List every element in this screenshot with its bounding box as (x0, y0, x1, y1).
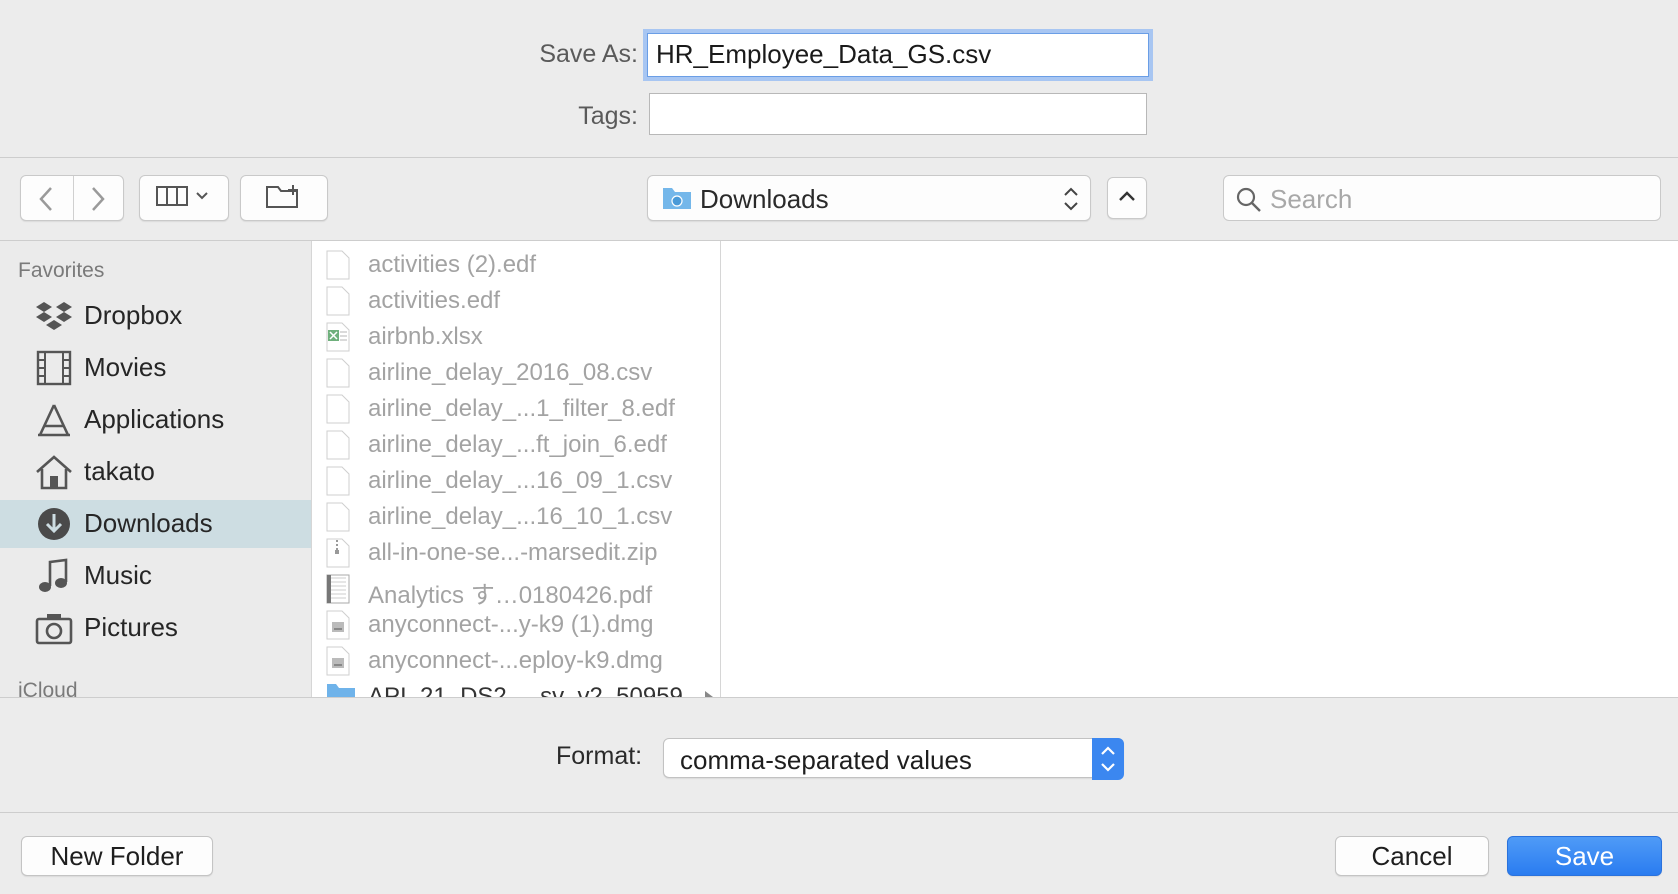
file-row[interactable]: Analytics す…0180426.pdf (312, 570, 720, 609)
save-as-label: Save As: (539, 40, 638, 68)
file-name: anyconnect-...y-k9 (1).dmg (368, 611, 654, 638)
tags-label: Tags: (578, 102, 638, 130)
search-icon (1236, 187, 1262, 218)
search-field[interactable]: Search (1223, 175, 1661, 221)
sidebar-item-label: Dropbox (84, 300, 183, 330)
dropbox-icon (34, 298, 74, 334)
folder-icon (326, 682, 355, 697)
sidebar-item-label: Applications (84, 404, 225, 434)
disk-image-icon (326, 646, 350, 676)
collapse-toggle-button[interactable] (1107, 177, 1147, 219)
applications-icon (34, 402, 74, 438)
excel-file-icon (326, 322, 350, 352)
sidebar-item-label: Downloads (84, 508, 213, 538)
sidebar-item-takato[interactable]: takato (0, 448, 311, 496)
sidebar-item-label: takato (84, 456, 155, 486)
film-icon (34, 350, 74, 386)
file-name: airline_delay_2016_08.csv (368, 359, 653, 386)
document-icon (326, 394, 350, 424)
home-icon (34, 454, 74, 490)
file-row[interactable]: API_21_DS2_...sv_v2_50959 (312, 678, 720, 697)
file-name: airline_delay_...16_10_1.csv (368, 503, 673, 530)
format-value: comma-separated values (680, 745, 972, 775)
file-name: airbnb.xlsx (368, 323, 483, 350)
pdf-file-icon (326, 574, 350, 604)
format-stepper-icon (1092, 738, 1124, 780)
document-icon (326, 430, 350, 460)
format-label: Format: (556, 742, 643, 770)
file-list-column[interactable]: activities (2).edf activities.edf airbnb… (311, 241, 721, 697)
file-row[interactable]: airbnb.xlsx (312, 318, 720, 354)
format-popup[interactable]: comma-separated values (663, 738, 1124, 780)
file-row[interactable]: airline_delay_...16_10_1.csv (312, 498, 720, 534)
header-divider (0, 157, 1678, 158)
file-name: activities.edf (368, 287, 501, 314)
icloud-header: iCloud (18, 679, 78, 697)
forward-icon[interactable] (85, 184, 109, 219)
download-icon (34, 506, 74, 542)
document-icon (326, 250, 350, 280)
zip-file-icon (326, 538, 350, 568)
file-name: anyconnect-...eploy-k9.dmg (368, 647, 663, 674)
sidebar: Favorites Dropbox Movies Applications ta… (0, 241, 311, 697)
file-name: airline_delay_...ft_join_6.edf (368, 431, 667, 458)
save-as-field[interactable]: HR_Employee_Data_GS.csv (647, 33, 1149, 77)
document-icon (326, 286, 350, 316)
file-name: activities (2).edf (368, 251, 537, 278)
view-options-button[interactable] (139, 175, 229, 221)
camera-icon (34, 610, 74, 646)
footer-divider (0, 812, 1678, 813)
back-forward-control[interactable] (20, 175, 124, 221)
sidebar-item-label: Movies (84, 352, 167, 382)
file-name: API_21_DS2_...sv_v2_50959 (368, 683, 683, 697)
file-row[interactable]: anyconnect-...eploy-k9.dmg (312, 642, 720, 678)
file-row[interactable]: airline_delay_2016_08.csv (312, 354, 720, 390)
file-name: airline_delay_...16_09_1.csv (368, 467, 673, 494)
file-row[interactable]: airline_delay_...16_09_1.csv (312, 462, 720, 498)
sidebar-item-music[interactable]: Music (0, 552, 311, 600)
document-icon (326, 466, 350, 496)
location-label: Downloads (700, 184, 829, 214)
document-icon (326, 502, 350, 532)
sidebar-item-movies[interactable]: Movies (0, 344, 311, 392)
cancel-button[interactable]: Cancel (1335, 836, 1489, 876)
downloads-folder-icon (662, 186, 692, 215)
new-folder-button[interactable]: New Folder (21, 836, 213, 876)
save-button[interactable]: Save (1507, 836, 1662, 876)
location-popup[interactable]: Downloads (647, 175, 1091, 221)
file-row[interactable]: activities (2).edf (312, 246, 720, 282)
sidebar-item-pictures[interactable]: Pictures (0, 604, 311, 652)
file-row[interactable]: all-in-one-se...-marsedit.zip (312, 534, 720, 570)
music-note-icon (34, 558, 74, 594)
disk-image-icon (326, 610, 350, 640)
new-folder-toolbar-button[interactable] (240, 175, 328, 221)
file-row[interactable]: airline_delay_...1_filter_8.edf (312, 390, 720, 426)
sidebar-item-dropbox[interactable]: Dropbox (0, 292, 311, 340)
document-icon (326, 358, 350, 388)
column-view-icon (155, 185, 213, 212)
file-name: airline_delay_...1_filter_8.edf (368, 395, 675, 422)
chevron-up-icon (1117, 189, 1137, 208)
new-folder-icon (265, 183, 303, 214)
sidebar-item-applications[interactable]: Applications (0, 396, 311, 444)
back-icon[interactable] (35, 184, 59, 219)
sidebar-item-downloads[interactable]: Downloads (0, 500, 311, 548)
preview-column (721, 241, 1678, 697)
tags-field[interactable] (649, 93, 1147, 135)
file-name: all-in-one-se...-marsedit.zip (368, 539, 658, 566)
file-row[interactable]: anyconnect-...y-k9 (1).dmg (312, 606, 720, 642)
up-down-chevron-icon (1062, 184, 1080, 219)
file-row[interactable]: activities.edf (312, 282, 720, 318)
disclosure-arrow-icon (704, 690, 714, 697)
sidebar-item-label: Pictures (84, 612, 178, 642)
file-name: Analytics す…0180426.pdf (368, 582, 653, 609)
search-placeholder: Search (1270, 184, 1353, 214)
sidebar-item-label: Music (84, 560, 152, 590)
favorites-header: Favorites (18, 259, 105, 282)
browser-bottom-divider (0, 697, 1678, 698)
file-row[interactable]: airline_delay_...ft_join_6.edf (312, 426, 720, 462)
